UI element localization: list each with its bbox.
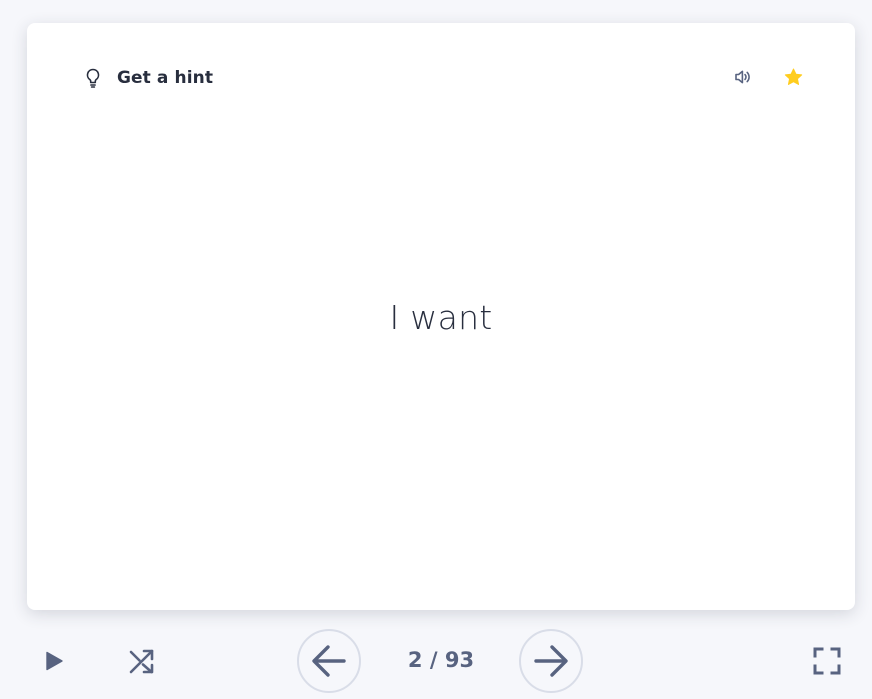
arrow-left-icon	[310, 644, 348, 678]
flashcard-viewer: Get a hint I want 2 / 93	[0, 0, 872, 699]
next-card-button[interactable]	[519, 629, 583, 693]
study-controls: 2 / 93	[0, 628, 872, 694]
lightbulb-icon	[83, 67, 103, 89]
audio-button[interactable]	[733, 66, 753, 88]
hint-label: Get a hint	[117, 68, 214, 88]
shuffle-icon	[128, 648, 156, 674]
card-term: I want	[389, 298, 493, 337]
fullscreen-icon	[812, 646, 842, 676]
get-hint-button[interactable]: Get a hint	[83, 65, 213, 91]
autoplay-button[interactable]	[36, 645, 72, 677]
shuffle-button[interactable]	[124, 645, 160, 677]
arrow-right-icon	[532, 644, 570, 678]
card-counter: 2 / 93	[407, 648, 475, 672]
previous-card-button[interactable]	[297, 629, 361, 693]
star-icon	[784, 68, 803, 86]
star-button[interactable]	[783, 66, 803, 88]
card-toolbar	[733, 66, 803, 88]
play-icon	[44, 650, 64, 672]
flashcard[interactable]: Get a hint I want	[27, 23, 855, 610]
fullscreen-button[interactable]	[809, 643, 845, 679]
speaker-icon	[734, 69, 752, 85]
